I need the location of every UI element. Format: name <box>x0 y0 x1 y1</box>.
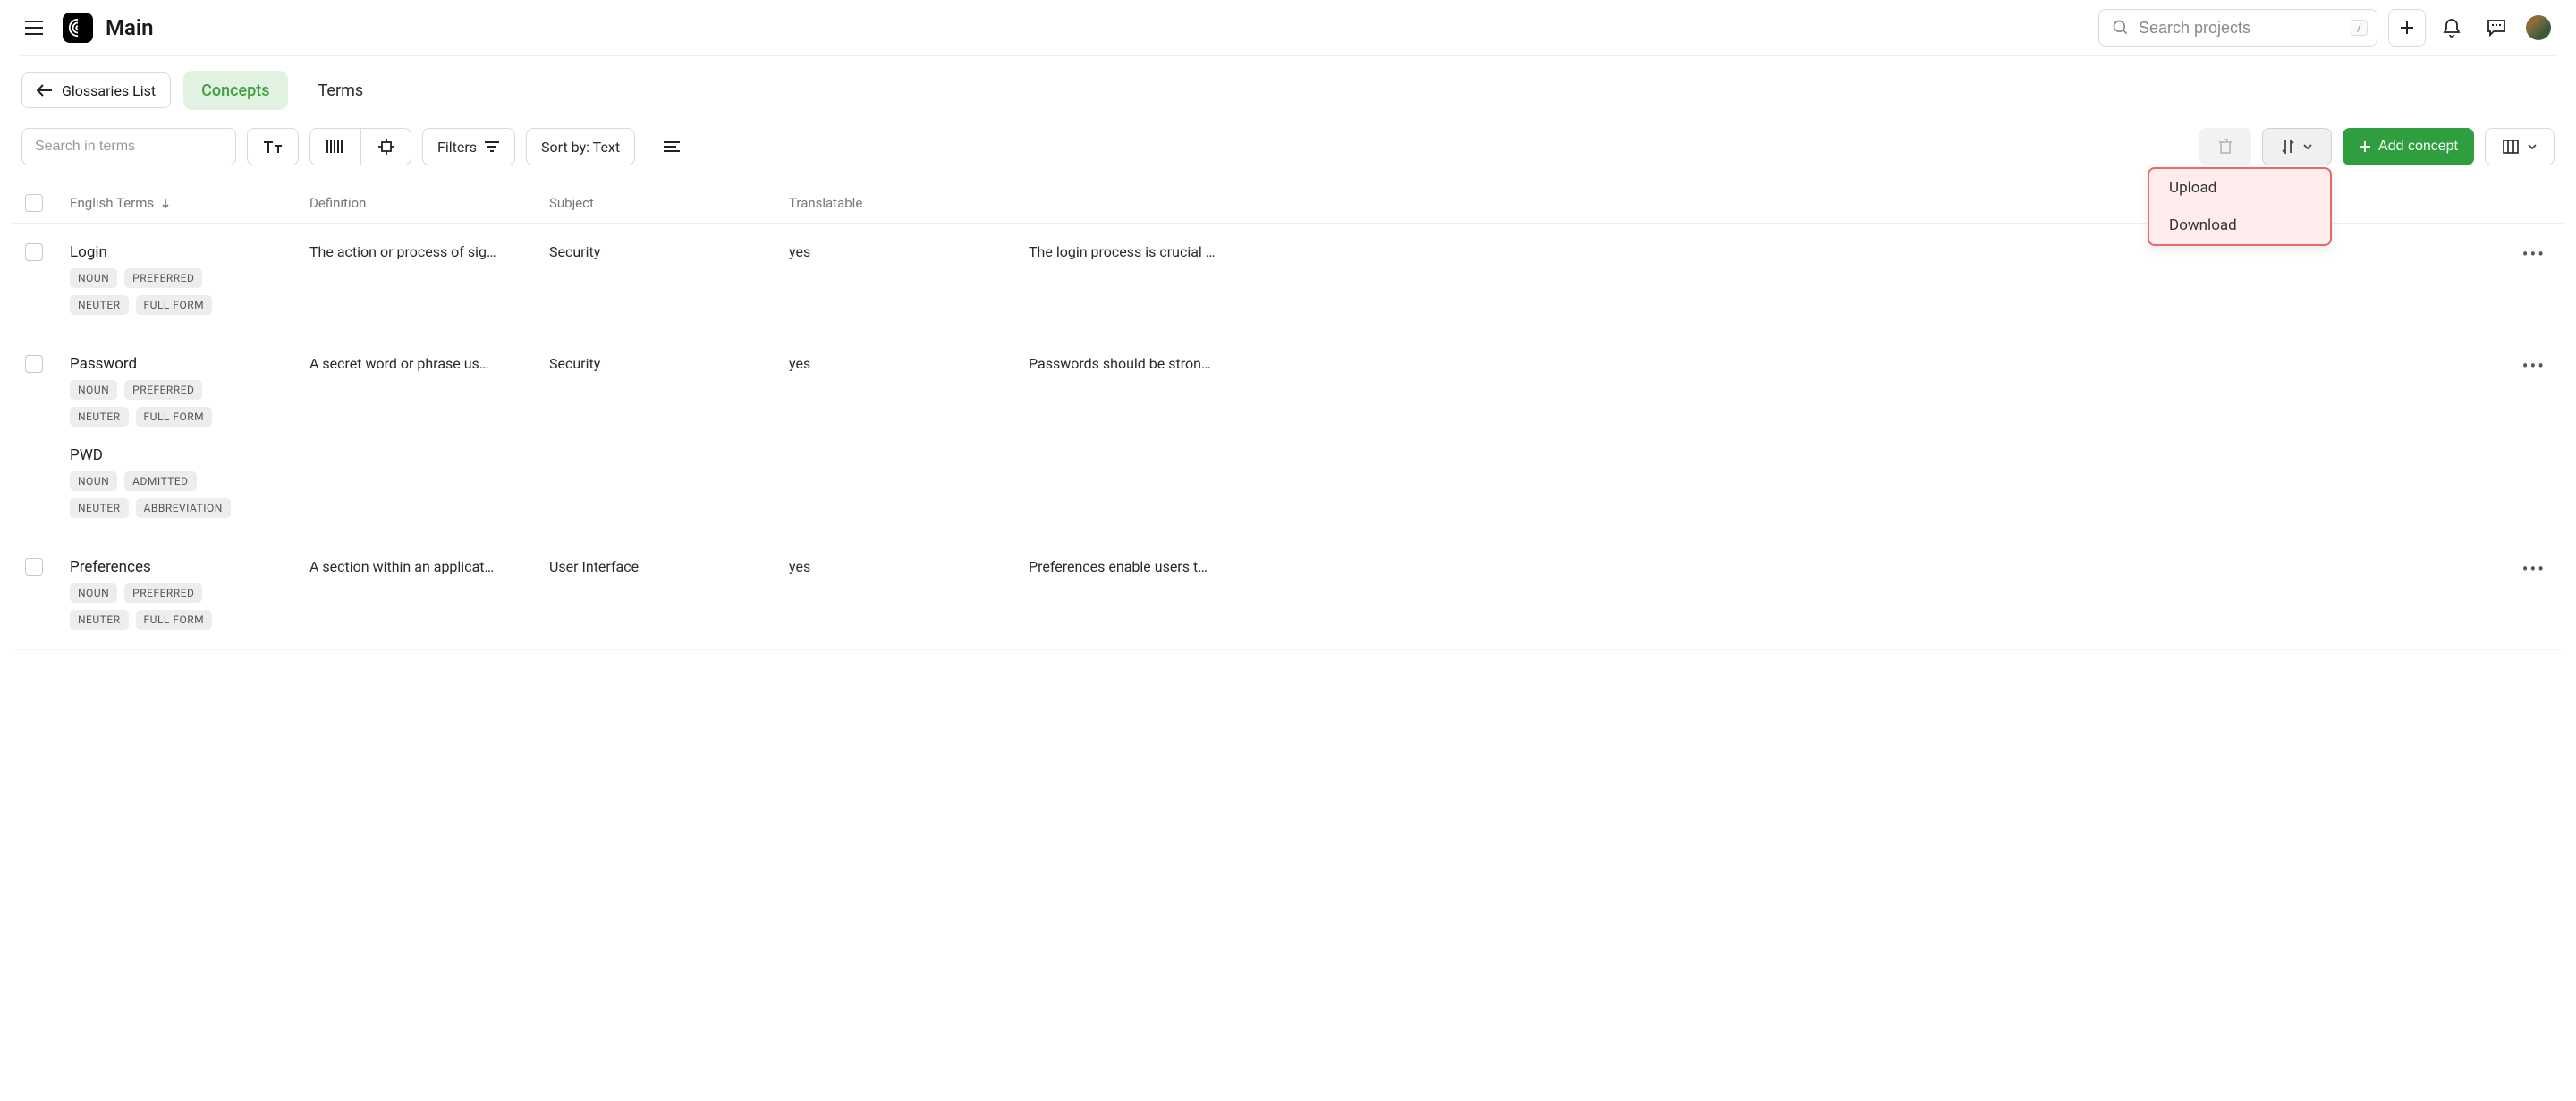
column-header-subject[interactable]: Subject <box>549 195 789 211</box>
row-checkbox[interactable] <box>25 243 43 261</box>
add-concept-label: Add concept <box>2378 139 2458 155</box>
table-row[interactable]: Password NOUN PREFERRED NEUTER FULL FORM PWD N… <box>13 335 2563 538</box>
import-export-menu: Upload Download <box>2148 167 2332 246</box>
app-logo <box>63 13 93 43</box>
term-tag: NEUTER <box>70 407 129 427</box>
note-cell: Passwords should be stron… <box>1029 355 2497 372</box>
chat-icon <box>2487 19 2506 37</box>
row-checkbox[interactable] <box>25 355 43 373</box>
search-shortcut-badge: / <box>2351 20 2368 36</box>
plus-icon <box>2359 140 2371 153</box>
term-tag: NOUN <box>70 471 117 491</box>
barcode-icon <box>326 139 345 155</box>
menu-item-upload[interactable]: Upload <box>2149 169 2330 207</box>
caret-down-icon <box>2303 144 2312 149</box>
global-search-input[interactable] <box>2139 19 2351 38</box>
search-terms-input[interactable] <box>21 128 236 165</box>
layout-expand-button[interactable] <box>360 129 411 165</box>
row-actions-button[interactable]: ••• <box>2517 558 2551 630</box>
row-actions-button[interactable]: ••• <box>2517 243 2551 315</box>
caret-down-icon <box>2528 144 2537 149</box>
delete-button[interactable] <box>2199 128 2251 165</box>
terms-table: English Terms Definition Subject Transla… <box>0 183 2576 650</box>
topbar: Main / <box>0 0 2576 55</box>
term-tag: NOUN <box>70 583 117 603</box>
row-checkbox[interactable] <box>25 558 43 576</box>
notifications-button[interactable] <box>2433 9 2470 47</box>
term-tag: PREFERRED <box>124 583 202 603</box>
import-export-button[interactable] <box>2262 128 2332 165</box>
row-actions-button[interactable]: ••• <box>2517 355 2551 518</box>
definition-cell: The action or process of sig… <box>309 243 549 260</box>
trash-icon <box>2218 139 2233 155</box>
filter-icon <box>484 141 500 152</box>
columns-button[interactable] <box>2485 128 2555 165</box>
definition-cell: A section within an applicat… <box>309 558 549 575</box>
arrow-left-icon <box>37 84 53 97</box>
term-tag: NOUN <box>70 380 117 400</box>
plus-icon <box>2400 21 2414 35</box>
term-variant-name: PWD <box>70 446 309 464</box>
search-icon <box>2112 19 2130 37</box>
layout-barcode-button[interactable] <box>310 129 360 165</box>
add-concept-button[interactable]: Add concept <box>2343 128 2474 165</box>
term-tag: PREFERRED <box>124 380 202 400</box>
term-tag: FULL FORM <box>136 610 213 630</box>
term-tag: NEUTER <box>70 498 129 518</box>
translatable-cell: yes <box>789 355 1029 372</box>
subject-cell: Security <box>549 355 789 372</box>
term-tag: ADMITTED <box>124 471 196 491</box>
term-tag: ABBREVIATION <box>136 498 231 518</box>
translatable-cell: yes <box>789 558 1029 575</box>
swirl-icon <box>68 18 88 38</box>
toolbar: Filters Sort by: Text Upload Download Ad… <box>0 124 2576 183</box>
filters-label: Filters <box>437 139 477 156</box>
term-tag: NOUN <box>70 268 117 288</box>
note-cell: Preferences enable users t… <box>1029 558 2497 575</box>
term-name: Preferences <box>70 558 309 576</box>
select-all-checkbox[interactable] <box>25 194 43 212</box>
term-tag: FULL FORM <box>136 407 213 427</box>
columns-icon <box>2503 140 2519 154</box>
sort-down-icon <box>161 198 170 208</box>
filters-button[interactable]: Filters <box>422 128 515 165</box>
tab-terms[interactable]: Terms <box>301 71 382 110</box>
back-label: Glossaries List <box>62 82 156 99</box>
create-button[interactable] <box>2388 9 2426 47</box>
subject-cell: User Interface <box>549 558 789 575</box>
table-row[interactable]: Preferences NOUN PREFERRED NEUTER FULL FORM A… <box>13 538 2563 650</box>
subheader: Glossaries List Concepts Terms <box>0 56 2576 124</box>
term-name: Password <box>70 355 309 373</box>
user-avatar[interactable] <box>2526 15 2551 40</box>
column-header-term[interactable]: English Terms <box>70 195 309 211</box>
messages-button[interactable] <box>2478 9 2515 47</box>
global-search[interactable]: / <box>2098 9 2377 47</box>
expand-icon <box>377 138 395 156</box>
hamburger-icon <box>25 21 43 35</box>
menu-item-download[interactable]: Download <box>2149 207 2330 244</box>
tab-concepts[interactable]: Concepts <box>183 71 287 110</box>
definition-cell: A secret word or phrase us… <box>309 355 549 372</box>
translatable-cell: yes <box>789 243 1029 260</box>
sort-arrows-icon <box>2282 140 2294 154</box>
sort-label: Sort by: Text <box>541 139 620 156</box>
column-header-definition[interactable]: Definition <box>309 195 549 211</box>
subject-cell: Security <box>549 243 789 260</box>
term-tag: FULL FORM <box>136 295 213 315</box>
text-size-icon <box>263 140 283 154</box>
back-to-glossaries[interactable]: Glossaries List <box>21 72 171 108</box>
column-header-translatable[interactable]: Translatable <box>789 195 1029 211</box>
list-options-button[interactable] <box>646 128 698 165</box>
bell-icon <box>2443 18 2461 38</box>
menu-toggle[interactable] <box>18 12 50 44</box>
term-tag: NEUTER <box>70 610 129 630</box>
app-title: Main <box>106 15 154 40</box>
term-tag: PREFERRED <box>124 268 202 288</box>
term-tag: NEUTER <box>70 295 129 315</box>
list-icon <box>663 140 681 153</box>
term-name: Login <box>70 243 309 261</box>
layout-toggle-group <box>309 128 411 165</box>
sort-button[interactable]: Sort by: Text <box>526 128 635 165</box>
text-size-button[interactable] <box>247 128 299 165</box>
